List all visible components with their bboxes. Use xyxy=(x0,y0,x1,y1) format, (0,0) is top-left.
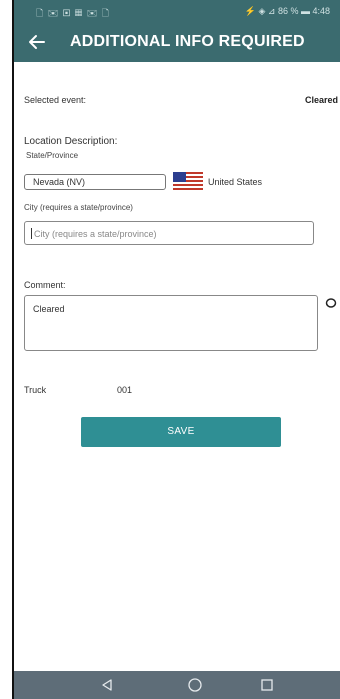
nav-recent-apps-icon[interactable] xyxy=(260,678,274,692)
left-edge-line xyxy=(12,0,14,699)
city-label: City (requires a state/province) xyxy=(24,203,133,212)
truck-label: Truck xyxy=(24,385,47,395)
nav-home-icon[interactable] xyxy=(187,677,203,693)
country-label: United States xyxy=(208,177,263,187)
status-icons-left: 🗋 ✉ ▣ ▦ ✉ 🗋 xyxy=(36,8,111,18)
voice-input-icon[interactable] xyxy=(325,297,337,309)
us-flag-icon xyxy=(173,172,203,190)
arrow-left-icon[interactable] xyxy=(26,31,48,53)
state-province-label: State/Province xyxy=(26,151,79,160)
status-icons-right: ⚡ ◈ ⊿ 86 % ▬ 4:48 xyxy=(244,6,330,16)
selected-event-row: Selected event: Cleared xyxy=(24,95,338,109)
location-description-title: Location Description: xyxy=(24,136,118,147)
system-nav-bar xyxy=(14,671,340,699)
truck-value: 001 xyxy=(117,385,133,395)
text-cursor xyxy=(31,228,32,239)
status-bar: 🗋 ✉ ▣ ▦ ✉ 🗋 ⚡ ◈ ⊿ 86 % ▬ 4:48 xyxy=(14,0,340,22)
page-title: ADDITIONAL INFO REQUIRED xyxy=(70,33,305,50)
city-input[interactable]: City (requires a state/province) xyxy=(24,221,314,245)
comment-textarea[interactable]: Cleared xyxy=(24,295,318,351)
state-province-select[interactable]: Nevada (NV) xyxy=(24,174,166,190)
comment-label: Comment: xyxy=(24,280,66,290)
nav-back-icon[interactable] xyxy=(100,678,114,692)
city-placeholder: City (requires a state/province) xyxy=(34,229,157,239)
save-button[interactable]: SAVE xyxy=(81,417,281,447)
selected-event-label: Selected event: xyxy=(24,95,87,105)
app-bar: ADDITIONAL INFO REQUIRED xyxy=(14,22,340,62)
selected-event-value: Cleared xyxy=(304,95,338,105)
